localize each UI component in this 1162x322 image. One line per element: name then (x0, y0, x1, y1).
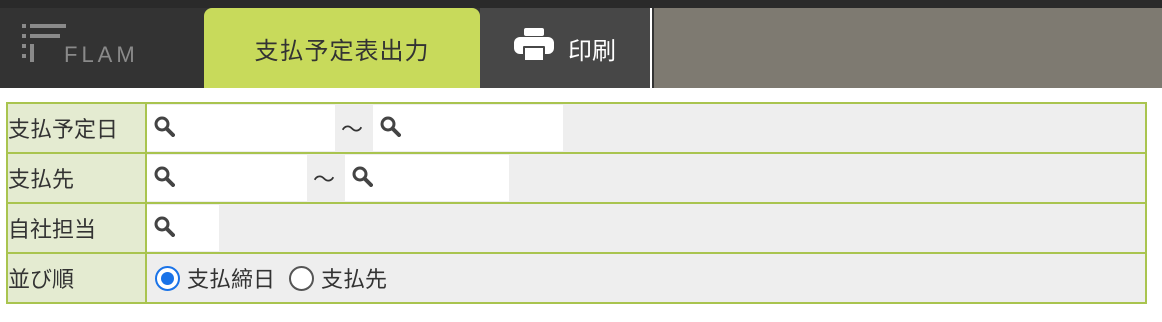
sort-by-payee-radio[interactable]: 支払先 (289, 262, 387, 294)
label-payee: 支払先 (6, 152, 147, 204)
label-staff: 自社担当 (6, 202, 147, 254)
row-payment-date: 支払予定日 ～ (6, 102, 1147, 154)
staff-field[interactable] (147, 205, 219, 251)
value-staff (145, 202, 1147, 254)
payee-from-field[interactable] (147, 155, 307, 201)
printer-icon (514, 28, 554, 68)
range-separator: ～ (335, 112, 374, 144)
search-icon (379, 115, 402, 141)
print-label: 印刷 (568, 36, 616, 65)
payee-to-input[interactable] (375, 158, 500, 198)
payee-to-field[interactable] (345, 155, 510, 201)
label-payment-date: 支払予定日 (6, 102, 147, 154)
print-button[interactable]: 印刷 (480, 8, 652, 88)
sort-by-closing-date-radio[interactable]: 支払締日 (155, 262, 275, 294)
search-icon (153, 165, 175, 191)
search-icon (351, 165, 374, 191)
header-strip (0, 0, 1162, 8)
sort-option-label: 支払先 (321, 268, 388, 293)
row-payee: 支払先 ～ (6, 152, 1147, 204)
value-payee: ～ (145, 152, 1147, 204)
payment-date-from-field[interactable] (147, 105, 335, 151)
flam-logo: FLAM (22, 24, 182, 68)
logo-text: FLAM (64, 42, 139, 67)
search-icon (153, 215, 175, 241)
payment-date-to-field[interactable] (373, 105, 564, 151)
header-filler (654, 8, 1162, 88)
tab-payment-schedule-output[interactable]: 支払予定表出力 (204, 8, 480, 88)
row-sort-order: 並び順 支払締日 支払先 (6, 252, 1147, 304)
range-separator: ～ (313, 168, 336, 193)
radio-checked-icon[interactable] (155, 265, 180, 291)
payee-from-input[interactable] (177, 158, 297, 198)
search-form: 支払予定日 ～ 支払先 ～ 自社担当 並び順 支払締日 支払先 (6, 102, 1147, 304)
header-bar: FLAM 支払予定表出力 印刷 (0, 0, 1162, 88)
value-sort-order: 支払締日 支払先 (145, 252, 1147, 304)
sort-option-label: 支払締日 (187, 268, 276, 293)
radio-unchecked-icon[interactable] (289, 265, 315, 291)
payment-date-from-input[interactable] (177, 108, 327, 148)
payment-date-to-input[interactable] (403, 108, 554, 148)
staff-input[interactable] (177, 208, 213, 248)
search-icon (153, 115, 175, 141)
value-payment-date: ～ (145, 102, 1147, 154)
label-sort-order: 並び順 (6, 252, 147, 304)
row-staff: 自社担当 (6, 202, 1147, 254)
